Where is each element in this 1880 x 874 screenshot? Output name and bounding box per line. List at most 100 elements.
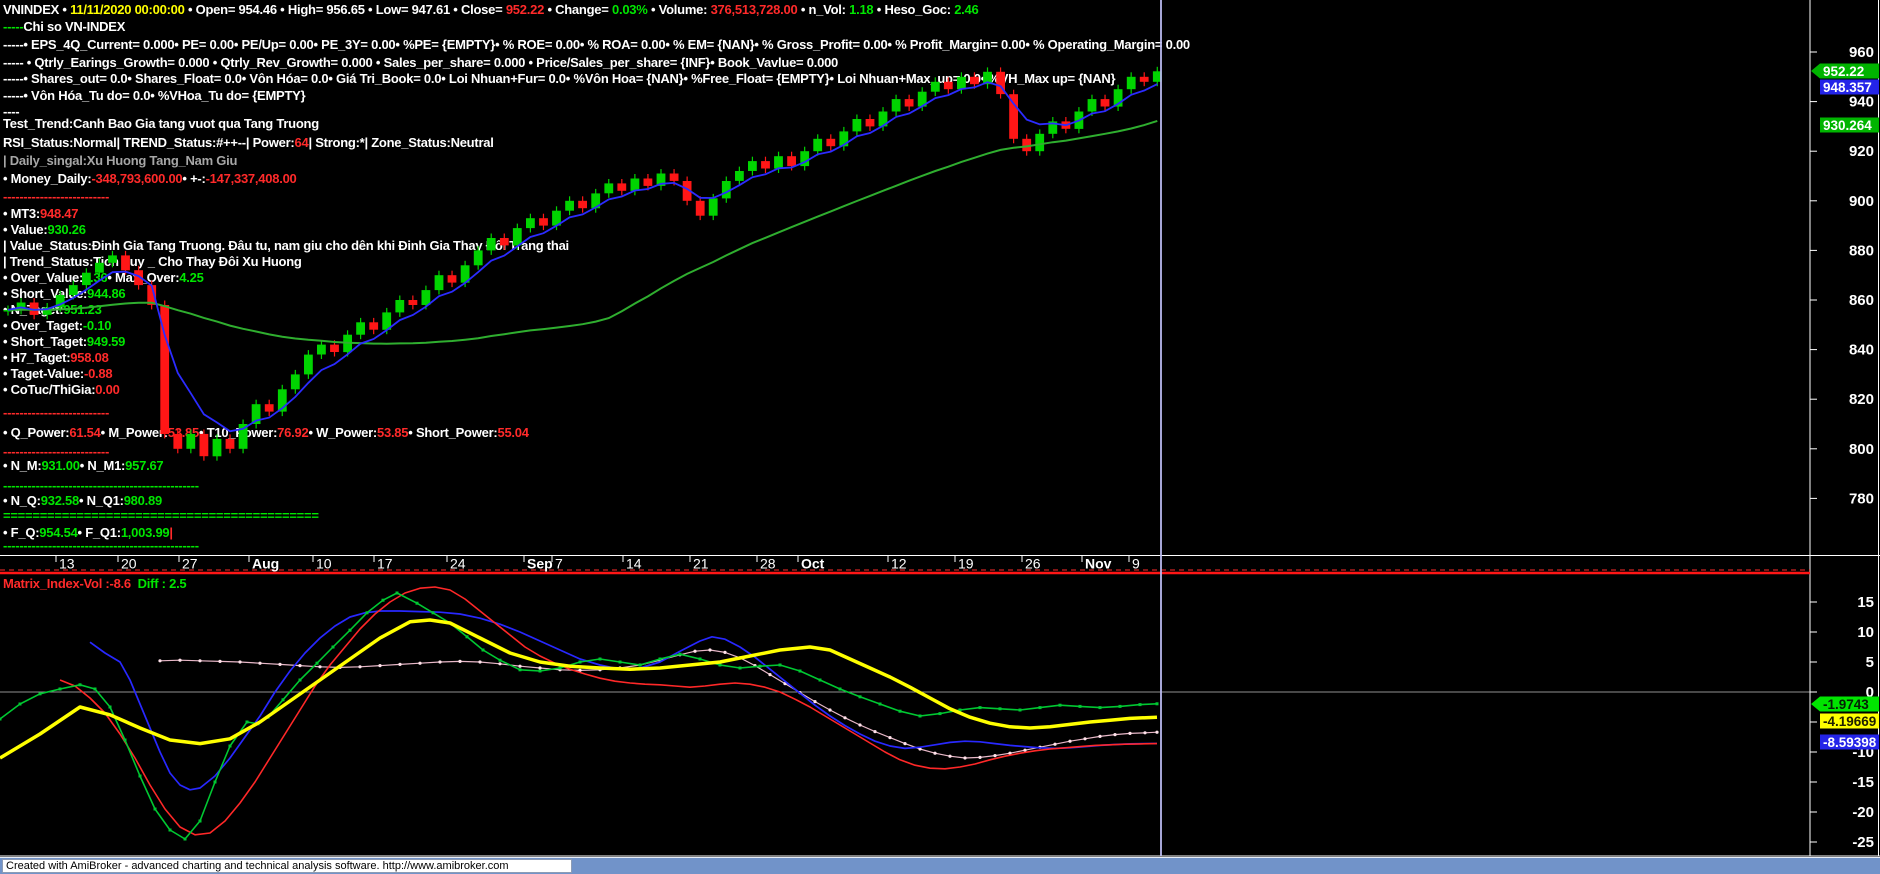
matrix-pink-marker	[903, 742, 906, 745]
matrix-yellow-line	[0, 620, 1157, 758]
price-tick-label: 960	[1849, 44, 1874, 61]
matrix-pink-marker	[318, 665, 321, 668]
matrix-green-marker	[559, 667, 562, 670]
matrix-pink-marker	[828, 708, 831, 711]
matrix-pink-marker	[978, 756, 981, 759]
candle-body	[644, 179, 653, 186]
candle-body	[82, 273, 91, 285]
matrix-pink-marker	[518, 665, 521, 668]
axis-value-label: 948.357	[1823, 80, 1872, 95]
candle-body	[108, 255, 117, 262]
matrix-green-marker	[79, 683, 82, 686]
matrix-pink-marker	[1113, 733, 1116, 736]
matrix-green-marker	[1059, 704, 1062, 707]
candle-body	[200, 434, 209, 456]
matrix-green-marker	[366, 611, 369, 614]
candle-body	[186, 434, 195, 449]
candle-body	[813, 139, 822, 151]
candle-body	[761, 161, 770, 168]
matrix-green-marker	[1119, 705, 1122, 708]
candle-body	[69, 285, 78, 295]
matrix-pink-marker	[378, 664, 381, 667]
candle-body	[866, 119, 875, 126]
candle-body	[631, 179, 640, 191]
price-tick-label: 940	[1849, 94, 1874, 111]
matrix-pink-marker	[1083, 737, 1086, 740]
matrix-green-marker	[416, 602, 419, 605]
date-tick-label: 17	[377, 556, 393, 572]
price-pane[interactable]	[4, 67, 1162, 461]
matrix-pink-marker	[238, 660, 241, 663]
price-tick-label: 920	[1849, 143, 1874, 160]
matrix-green-marker	[599, 658, 602, 661]
matrix-pink-marker	[1053, 743, 1056, 746]
candle-body	[670, 174, 679, 181]
candle-body	[487, 238, 496, 250]
matrix-green-marker	[1139, 703, 1142, 706]
matrix-pink-marker	[538, 666, 541, 669]
matrix-pink-marker	[768, 673, 771, 676]
date-tick-label: 27	[182, 556, 198, 572]
matrix-green-marker	[619, 661, 622, 664]
matrix-green-marker	[779, 664, 782, 667]
candle-body	[1101, 99, 1110, 106]
matrix-green-marker	[939, 712, 942, 715]
date-tick-label: 26	[1025, 556, 1041, 572]
matrix-green-marker	[139, 775, 142, 778]
price-tick-label: 780	[1849, 490, 1874, 507]
date-tick-label: 20	[121, 556, 137, 572]
matrix-pink-marker	[178, 659, 181, 662]
matrix-green-marker	[39, 692, 42, 695]
axis-value-label: 930.264	[1823, 118, 1872, 133]
matrix-pink-marker	[218, 660, 221, 663]
candle-body	[1127, 77, 1136, 89]
matrix-pink-marker	[948, 755, 951, 758]
axis-arrow-icon	[1811, 64, 1820, 79]
candle-body	[944, 82, 953, 89]
matrix-pink-marker	[458, 660, 461, 663]
matrix-pink-marker	[158, 659, 161, 662]
matrix-green-marker	[1099, 706, 1102, 709]
candle-body	[265, 404, 274, 411]
matrix-green-marker	[839, 688, 842, 691]
matrix-green-marker	[879, 703, 882, 706]
chart-canvas[interactable]: 960940920900880860840820800780151050-5-1…	[0, 0, 1880, 874]
matrix-pink-marker	[1068, 740, 1071, 743]
candle-body	[970, 77, 979, 84]
date-tick-label: 21	[693, 556, 709, 572]
date-tick-label: Sep	[527, 556, 553, 572]
indicator-pane[interactable]	[0, 587, 1810, 841]
matrix-green-marker	[919, 715, 922, 718]
candle-body	[787, 156, 796, 166]
matrix-pink-marker	[813, 700, 816, 703]
matrix-green-marker	[349, 629, 352, 632]
candle-body	[448, 275, 457, 282]
status-bar: Created with AmiBroker - advanced charti…	[0, 857, 1880, 874]
matrix-pink-marker	[933, 752, 936, 755]
price-tick-label: 860	[1849, 292, 1874, 309]
matrix-green-marker	[229, 745, 232, 748]
candle-body	[95, 263, 104, 273]
matrix-pink-marker	[398, 663, 401, 666]
axis-arrow-icon	[1811, 697, 1820, 712]
matrix-pink-marker	[993, 754, 996, 757]
matrix-green-marker	[1079, 705, 1082, 708]
matrix-green-marker	[246, 721, 249, 724]
matrix-pink-marker	[708, 648, 711, 651]
matrix-green-marker	[799, 670, 802, 673]
candle-body	[748, 161, 757, 171]
indicator-tick-label: 15	[1857, 594, 1874, 611]
matrix-green-marker	[124, 739, 127, 742]
axis-value-label: -8.59398	[1823, 735, 1877, 750]
matrix-pink-marker	[418, 662, 421, 665]
matrix-pink-marker	[1128, 732, 1131, 735]
matrix-pink-marker	[963, 756, 966, 759]
matrix-pink-marker	[1098, 735, 1101, 738]
matrix-green-marker	[19, 703, 22, 706]
matrix-green-marker	[1019, 709, 1022, 712]
candle-body	[1035, 134, 1044, 151]
matrix-pink-marker	[1023, 749, 1026, 752]
date-tick-label: 10	[316, 556, 332, 572]
candle-body	[474, 250, 483, 265]
candle-body	[500, 238, 509, 245]
